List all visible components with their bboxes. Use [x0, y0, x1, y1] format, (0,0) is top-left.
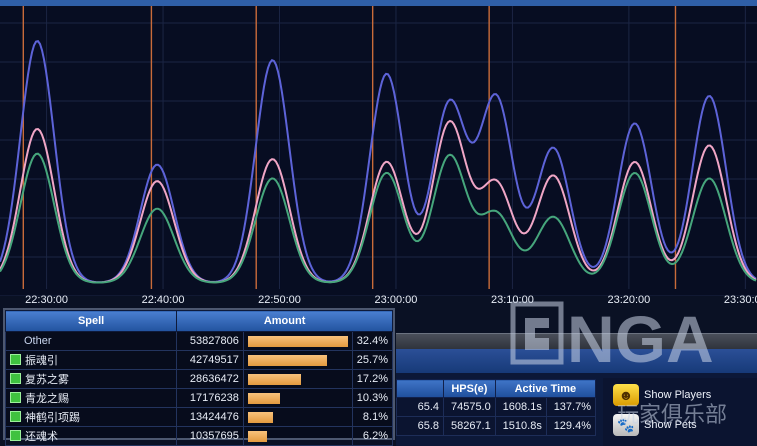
cell-hps: 74575.0	[443, 397, 496, 417]
bar-fill	[247, 430, 267, 442]
cell-time: 1510.8s	[494, 416, 547, 436]
show-pets-label: Show Pets	[644, 419, 697, 431]
spell-color-icon	[10, 373, 21, 384]
filter-sidebar: ☻ Show Players 🐾 Show Pets	[603, 378, 757, 446]
show-pets-button[interactable]: 🐾 Show Pets	[613, 414, 697, 436]
table-row[interactable]: 还魂术 10357695 6.2%	[4, 426, 394, 446]
bar-fill	[247, 411, 273, 423]
spell-name: 复苏之雾	[25, 374, 69, 386]
col-header[interactable]	[396, 379, 444, 398]
spell-amount-bar	[242, 407, 353, 427]
spell-color-icon	[10, 430, 21, 441]
spell-color-icon	[10, 392, 21, 403]
spell-amount: 42749517	[176, 350, 244, 370]
show-players-button[interactable]: ☻ Show Players	[613, 384, 711, 406]
bar-fill	[247, 373, 301, 385]
spell-name-cell: 振魂引	[4, 350, 178, 370]
spell-name-cell: 神鹤引项踢	[4, 407, 178, 427]
bar-fill	[247, 392, 280, 404]
x-tick-label: 22:30:00	[25, 294, 68, 306]
spell-amount-bar	[242, 388, 353, 408]
table-row[interactable]: 振魂引 42749517 25.7%	[4, 350, 394, 370]
spell-name-cell: 还魂术	[4, 426, 178, 446]
spell-amount: 13424476	[176, 407, 244, 427]
spell-amount-bar	[242, 331, 353, 351]
players-icon: ☻	[613, 384, 639, 406]
lower-panel-header	[396, 349, 757, 373]
spell-name: Other	[24, 335, 52, 347]
spell-percent: 6.2%	[351, 426, 394, 446]
spell-amount-bar	[242, 350, 353, 370]
hps-timeline-chart	[0, 6, 757, 296]
spell-name-cell: 复苏之雾	[4, 369, 178, 389]
spell-amount: 53827806	[176, 331, 244, 351]
spell-amount-bar	[242, 426, 353, 446]
spell-amount: 28636472	[176, 369, 244, 389]
spell-percent: 32.4%	[351, 331, 394, 351]
panel-divider	[396, 333, 757, 350]
spell-amount-bar	[242, 369, 353, 389]
table-row[interactable]: 复苏之雾 28636472 17.2%	[4, 369, 394, 389]
hps-table: HPS(e) Active Time 65.4 74575.0 1608.1s …	[396, 379, 597, 436]
spell-percent: 17.2%	[351, 369, 394, 389]
spell-color-icon	[10, 411, 21, 422]
spell-name: 振魂引	[25, 355, 58, 367]
spell-name: 还魂术	[25, 431, 58, 443]
spell-amount: 17176238	[176, 388, 244, 408]
cell-pct: 137.7%	[545, 397, 597, 417]
col-header-spell[interactable]: Spell	[4, 310, 178, 332]
cell-hps: 58267.1	[443, 416, 496, 436]
cell: 65.4	[396, 397, 444, 417]
col-header-active-time[interactable]: Active Time	[494, 379, 597, 398]
spell-percent: 8.1%	[351, 407, 394, 427]
spell-name: 青龙之赐	[25, 393, 69, 405]
bar-fill	[247, 335, 348, 347]
col-header-amount[interactable]: Amount	[176, 310, 393, 332]
x-tick-label: 22:40:00	[141, 294, 185, 306]
spell-table: Spell Amount Other 53827806 32.4% 振魂引 427495…	[4, 310, 394, 446]
spell-name: 神鹤引项踢	[25, 412, 80, 424]
spell-name-cell: 青龙之赐	[4, 388, 178, 408]
table-row[interactable]: Other 53827806 32.4%	[4, 331, 394, 351]
bar-fill	[247, 354, 328, 366]
cell-time: 1608.1s	[494, 397, 547, 417]
col-header-hps[interactable]: HPS(e)	[443, 379, 496, 398]
spell-breakdown-panel: Spell Amount Other 53827806 32.4% 振魂引 427495…	[3, 308, 395, 446]
table-row[interactable]: 65.4 74575.0 1608.1s 137.7%	[396, 397, 597, 417]
show-players-label: Show Players	[644, 389, 712, 401]
table-row[interactable]: 青龙之赐 17176238 10.3%	[4, 388, 394, 408]
cell: 65.8	[396, 416, 444, 436]
spell-amount: 10357695	[176, 426, 244, 446]
spell-percent: 10.3%	[351, 388, 394, 408]
spell-color-icon	[10, 354, 21, 365]
chart-background	[0, 6, 757, 296]
x-tick-label: 22:50:00	[258, 294, 301, 306]
x-tick-label: 23:20:00	[607, 294, 651, 306]
spell-name-cell: Other	[4, 331, 178, 351]
x-tick-label: 23:00:00	[374, 294, 418, 306]
cell-pct: 129.4%	[545, 416, 597, 436]
table-row[interactable]: 神鹤引项踢 13424476 8.1%	[4, 407, 394, 427]
pets-icon: 🐾	[613, 414, 639, 436]
x-tick-label: 23:10:00	[491, 294, 534, 306]
x-tick-label: 23:30:00	[723, 294, 757, 306]
spell-percent: 25.7%	[351, 350, 394, 370]
table-row[interactable]: 65.8 58267.1 1510.8s 129.4%	[396, 416, 597, 436]
